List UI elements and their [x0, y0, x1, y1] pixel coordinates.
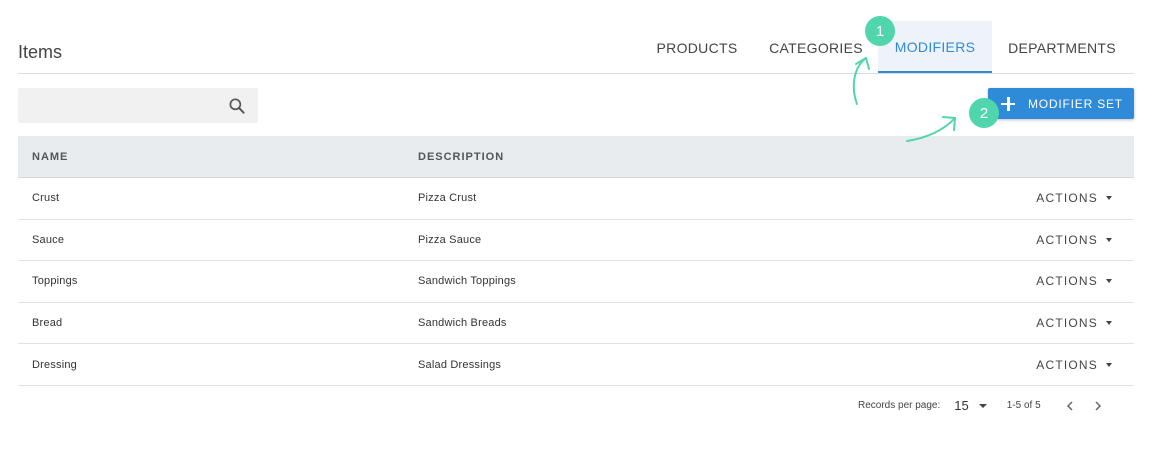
annotation-arrowhead-2: [942, 116, 956, 131]
column-header-description[interactable]: DESCRIPTION: [418, 151, 504, 163]
tab-products[interactable]: PRODUCTS: [640, 21, 754, 73]
tab-categories[interactable]: CATEGORIES: [754, 21, 878, 73]
search-box: [18, 88, 258, 123]
row-actions-menu[interactable]: ACTIONS: [1036, 233, 1112, 247]
page-title: Items: [18, 42, 63, 62]
caret-down-icon: [1106, 196, 1112, 201]
tab-departments[interactable]: DEPARTMENTS: [992, 21, 1132, 73]
row-description: Pizza Crust: [418, 192, 477, 205]
caret-down-icon: [1106, 321, 1112, 326]
table-header: NAME DESCRIPTION: [18, 136, 1134, 178]
add-modifier-set-label: MODIFIER SET: [1028, 96, 1123, 111]
page-size-select[interactable]: 15: [954, 398, 968, 413]
records-per-page-label: Records per page:: [858, 400, 941, 411]
row-actions-label: ACTIONS: [1036, 232, 1098, 247]
row-name: Bread: [32, 317, 63, 330]
row-actions-label: ACTIONS: [1036, 274, 1098, 289]
table-row[interactable]: Bread Sandwich Breads ACTIONS: [18, 303, 1134, 345]
plus-icon: [1001, 96, 1015, 111]
row-name: Dressing: [32, 358, 78, 371]
row-actions-label: ACTIONS: [1036, 357, 1098, 372]
page-size-caret-icon[interactable]: [978, 403, 987, 408]
row-actions-menu[interactable]: ACTIONS: [1036, 274, 1112, 288]
row-description: Pizza Sauce: [418, 233, 482, 246]
table-row[interactable]: Sauce Pizza Sauce ACTIONS: [18, 220, 1134, 262]
annotation-badge-1: 1: [865, 16, 895, 46]
caret-down-icon: [1106, 237, 1112, 242]
row-description: Salad Dressings: [418, 358, 502, 371]
add-modifier-set-button[interactable]: MODIFIER SET: [988, 88, 1134, 119]
row-description: Sandwich Toppings: [418, 275, 516, 288]
table-row[interactable]: Toppings Sandwich Toppings ACTIONS: [18, 261, 1134, 303]
row-actions-label: ACTIONS: [1036, 316, 1098, 331]
row-actions-label: ACTIONS: [1036, 191, 1098, 206]
caret-down-icon: [1106, 279, 1112, 284]
table-row[interactable]: Crust Pizza Crust ACTIONS: [18, 178, 1134, 220]
row-actions-menu[interactable]: ACTIONS: [1036, 358, 1112, 372]
pagination: Records per page: 15 1-5 of 5: [858, 398, 1119, 413]
row-description: Sandwich Breads: [418, 317, 507, 330]
annotation-badge-2: 2: [969, 98, 999, 128]
modifiers-table: NAME DESCRIPTION Crust Pizza Crust ACTIO…: [18, 136, 1134, 386]
chevron-right-icon[interactable]: [1091, 399, 1105, 413]
tab-modifiers[interactable]: MODIFIERS: [878, 21, 992, 73]
row-name: Sauce: [32, 233, 65, 246]
search-icon[interactable]: [227, 96, 247, 116]
column-header-name[interactable]: NAME: [32, 151, 68, 163]
row-name: Toppings: [32, 275, 78, 288]
row-actions-menu[interactable]: ACTIONS: [1036, 191, 1112, 205]
page-range: 1-5 of 5: [1006, 400, 1041, 411]
header-divider: [18, 73, 1134, 74]
caret-down-icon: [1106, 362, 1112, 367]
search-input[interactable]: [26, 88, 216, 123]
table-row[interactable]: Dressing Salad Dressings ACTIONS: [18, 344, 1134, 386]
row-name: Crust: [32, 192, 60, 205]
chevron-left-icon[interactable]: [1063, 399, 1077, 413]
row-actions-menu[interactable]: ACTIONS: [1036, 316, 1112, 330]
